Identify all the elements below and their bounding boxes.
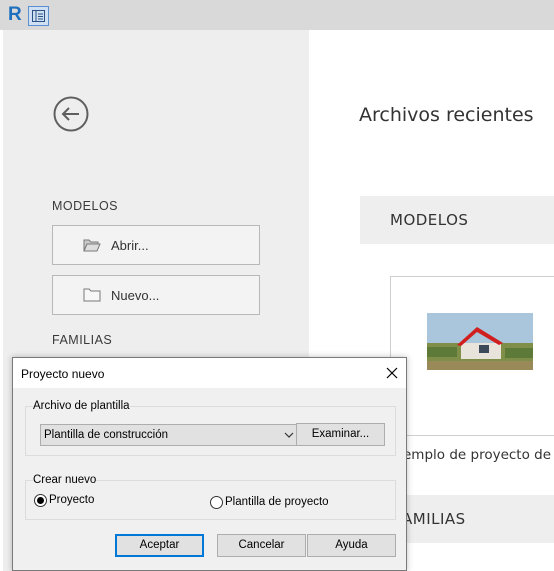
close-button[interactable]	[385, 366, 399, 380]
project-radio[interactable]	[34, 494, 47, 507]
families-section-label: FAMILIAS	[52, 333, 113, 347]
browse-button[interactable]: Examinar...	[296, 423, 385, 446]
new-folder-icon	[83, 288, 101, 302]
families-header-label: AMILIAS	[402, 510, 466, 528]
back-button[interactable]	[53, 96, 89, 132]
new-project-dialog: Proyecto nuevo Archivo de plantilla Plan…	[12, 357, 407, 571]
radio-selected-dot	[37, 497, 44, 504]
cancel-button[interactable]: Cancelar	[217, 534, 306, 557]
app-titlebar: R	[0, 0, 554, 30]
project-template-radio-label[interactable]: Plantilla de proyecto	[225, 496, 329, 508]
models-header: MODELOS	[360, 196, 554, 244]
open-button[interactable]: Abrir...	[52, 225, 260, 265]
help-button[interactable]: Ayuda	[307, 534, 396, 557]
project-template-radio[interactable]	[210, 496, 223, 509]
new-button-label: Nuevo...	[111, 288, 160, 303]
recent-model-caption: emplo de proyecto de a	[403, 447, 554, 463]
models-section-label: MODELOS	[52, 199, 119, 213]
page-title: Archivos recientes	[359, 104, 534, 126]
project-radio-label[interactable]: Proyecto	[49, 494, 94, 506]
template-select-value: Plantilla de construcción	[44, 429, 169, 441]
app-logo: R	[8, 4, 22, 25]
toggle-panel-button[interactable]	[28, 6, 49, 26]
open-button-label: Abrir...	[111, 238, 149, 253]
ok-button[interactable]: Aceptar	[115, 534, 204, 557]
dialog-title: Proyecto nuevo	[21, 367, 105, 381]
models-header-label: MODELOS	[390, 211, 469, 229]
open-folder-icon	[83, 239, 101, 252]
back-arrow-icon	[53, 96, 89, 132]
template-select[interactable]: Plantilla de construcción	[40, 424, 299, 446]
dialog-titlebar: Proyecto nuevo	[13, 358, 406, 388]
template-group-label: Archivo de plantilla	[33, 400, 130, 412]
close-icon	[386, 367, 398, 379]
new-button[interactable]: Nuevo...	[52, 275, 260, 315]
project-thumbnail[interactable]	[427, 313, 533, 370]
chevron-down-icon	[284, 432, 294, 438]
create-group-label: Crear nuevo	[33, 474, 97, 486]
panel-icon	[32, 10, 45, 22]
